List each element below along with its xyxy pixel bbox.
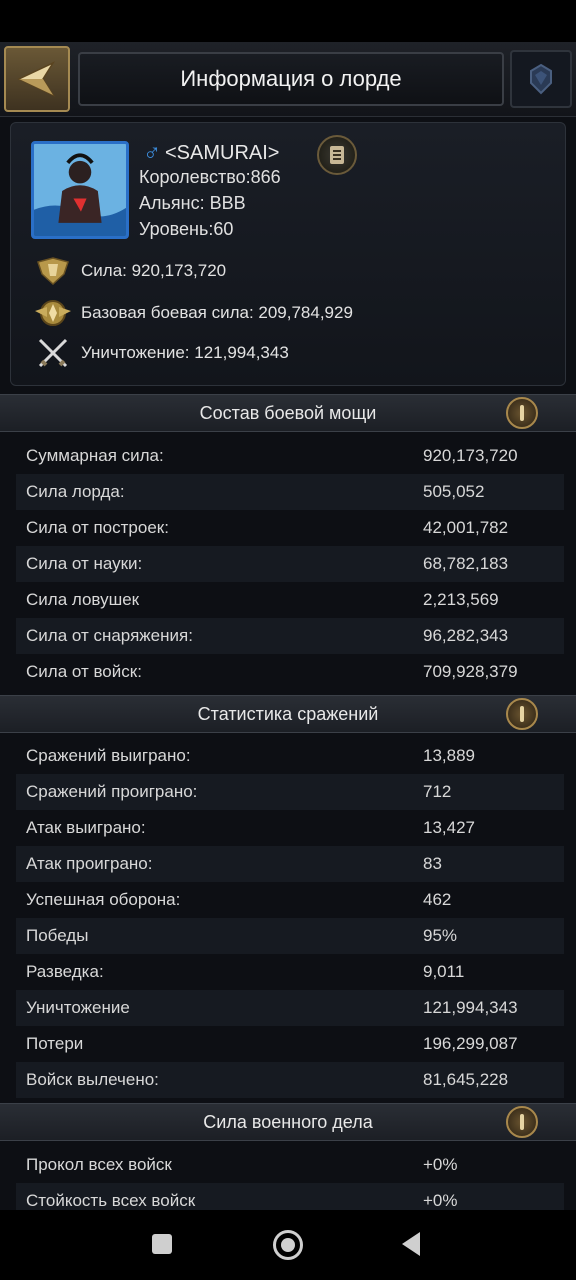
lord-profile-panel: ♂ <SAMURAI> Королевство:866 Альянс: BBB … (10, 122, 566, 386)
row-label: Победы (26, 926, 89, 945)
row-value: 13,889 (423, 746, 475, 765)
lord-name-line: ♂ <SAMURAI> (143, 139, 279, 167)
table-row: Атак выиграно: 13,427 (16, 810, 564, 846)
table-row: Победы 95% (16, 918, 564, 954)
base-power-emblem-icon (33, 297, 73, 329)
toggle-icon[interactable] (506, 397, 538, 429)
row-value: 2,213,569 (423, 590, 499, 609)
row-value: 462 (423, 890, 452, 909)
base-power-value: Базовая боевая сила: 209,784,929 (81, 303, 353, 322)
system-back-button[interactable] (402, 1232, 420, 1256)
row-label: Разведка: (26, 962, 104, 981)
home-button[interactable] (273, 1230, 303, 1260)
table-row: Сражений выиграно: 13,889 (16, 738, 564, 774)
power-value: Сила: 920,173,720 (81, 261, 227, 280)
table-row: Сражений проиграно: 712 (16, 774, 564, 810)
kills-line: Уничтожение: 121,994,343 (33, 337, 289, 369)
row-label: Сила от науки: (26, 554, 143, 573)
row-label: Суммарная сила: (26, 446, 164, 465)
level-label: Уровень:60 (139, 219, 234, 239)
row-label: Сила от снаряжения: (26, 626, 193, 645)
section-header-battle-stats[interactable]: Статистика сражений (0, 695, 576, 733)
lord-portrait-icon (34, 144, 126, 236)
document-icon (330, 146, 344, 164)
toggle-icon[interactable] (506, 698, 538, 730)
table-row: Потери 196,299,087 (16, 1026, 564, 1062)
table-row: Разведка: 9,011 (16, 954, 564, 990)
lord-name: <SAMURAI> (165, 141, 280, 164)
row-value: 96,282,343 (423, 626, 509, 645)
system-nav-bar (0, 1210, 576, 1280)
table-row: Атак проиграно: 83 (16, 846, 564, 882)
toggle-icon[interactable] (506, 1106, 538, 1138)
page-title: Информация о лорде (180, 66, 402, 91)
row-value: 13,427 (423, 818, 475, 837)
row-value: 81,645,228 (423, 1070, 509, 1089)
back-arrow-icon (17, 61, 55, 97)
row-value: 9,011 (423, 962, 465, 981)
row-label: Сила лорда: (26, 482, 125, 501)
male-icon: ♂ (143, 139, 161, 166)
table-row: Сила от снаряжения: 96,282,343 (16, 618, 564, 654)
table-row: Сила от войск: 709,928,379 (16, 654, 564, 690)
section-title: Статистика сражений (197, 703, 379, 724)
row-label: Стойкость всех войск (26, 1191, 196, 1210)
table-row: Суммарная сила: 920,173,720 (16, 438, 564, 474)
row-label: Сила от войск: (26, 662, 142, 681)
kills-value: Уничтожение: 121,994,343 (81, 343, 289, 362)
table-row: Успешная оборона: 462 (16, 882, 564, 918)
avatar[interactable] (31, 141, 129, 239)
table-row: Сила от науки: 68,782,183 (16, 546, 564, 582)
row-label: Сражений выиграно: (26, 746, 191, 765)
row-label: Сражений проиграно: (26, 782, 198, 801)
table-row: Прокол всех войск +0% (16, 1147, 564, 1183)
row-label: Уничтожение (26, 998, 130, 1017)
section-title: Состав боевой мощи (199, 402, 377, 423)
header: Информация о лорде (0, 42, 576, 117)
row-value: +0% (423, 1155, 458, 1174)
section-header-power-composition[interactable]: Состав боевой мощи (0, 394, 576, 432)
row-label: Прокол всех войск (26, 1155, 172, 1174)
row-label: Атак выиграно: (26, 818, 146, 837)
alliance-crest-icon (530, 63, 552, 95)
row-label: Сила ловушек (26, 590, 140, 609)
row-label: Потери (26, 1034, 84, 1053)
table-row: Сила ловушек 2,213,569 (16, 582, 564, 618)
document-button[interactable] (317, 135, 357, 175)
row-label: Войск вылечено: (26, 1070, 159, 1089)
row-value: +0% (423, 1191, 458, 1210)
status-bar (0, 0, 576, 42)
alliance-button[interactable] (510, 50, 572, 108)
crossed-swords-icon (33, 337, 73, 369)
table-row: Сила от построек: 42,001,782 (16, 510, 564, 546)
row-value: 709,928,379 (423, 662, 518, 681)
row-value: 712 (423, 782, 452, 801)
row-value: 95% (423, 926, 458, 945)
row-value: 505,052 (423, 482, 485, 501)
row-value: 121,994,343 (423, 998, 518, 1017)
row-value: 68,782,183 (423, 554, 509, 573)
recents-button[interactable] (152, 1234, 172, 1254)
title-bar: Информация о лорде (78, 52, 504, 106)
table-row: Войск вылечено: 81,645,228 (16, 1062, 564, 1098)
row-value: 196,299,087 (423, 1034, 518, 1053)
section-header-military-power[interactable]: Сила военного дела (0, 1103, 576, 1141)
power-line: Сила: 920,173,720 (33, 255, 226, 287)
power-emblem-icon (33, 255, 73, 287)
section-title: Сила военного дела (203, 1111, 373, 1132)
table-row: Сила лорда: 505,052 (16, 474, 564, 510)
kingdom-label: Королевство:866 (139, 167, 281, 187)
row-label: Атак проиграно: (26, 854, 153, 873)
row-value: 42,001,782 (423, 518, 509, 537)
alliance-label: Альянс: BBB (139, 193, 246, 213)
row-label: Успешная оборона: (26, 890, 181, 909)
table-row: Уничтожение 121,994,343 (16, 990, 564, 1026)
screen: Информация о лорде ♂ <SAMURAI> Королевст… (0, 0, 576, 1280)
row-value: 83 (423, 854, 442, 873)
back-button[interactable] (4, 46, 70, 112)
row-value: 920,173,720 (423, 446, 518, 465)
base-power-line: Базовая боевая сила: 209,784,929 (33, 297, 353, 329)
row-label: Сила от построек: (26, 518, 169, 537)
